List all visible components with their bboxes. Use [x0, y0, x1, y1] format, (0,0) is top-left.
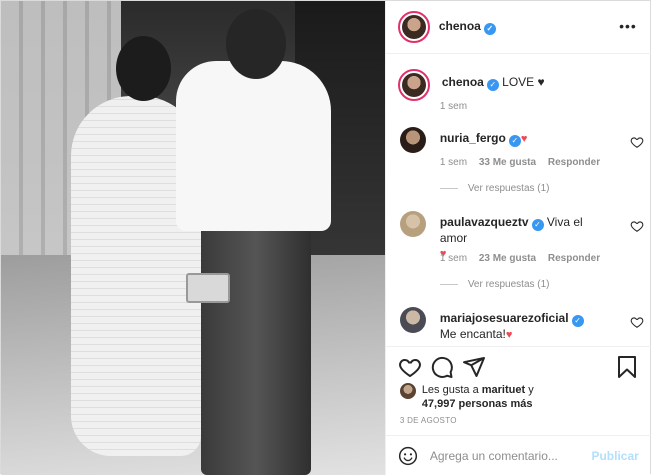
comment-likes[interactable]: 33 Me gusta — [479, 157, 536, 168]
comment-heart-emoji: ♥ — [520, 133, 528, 145]
photo-man-head — [226, 9, 286, 79]
like-comment-heart-icon[interactable] — [630, 315, 644, 329]
verified-badge-icon: ✓ — [508, 135, 521, 147]
commenter-avatar[interactable] — [399, 211, 426, 237]
commenter-avatar[interactable] — [399, 127, 426, 153]
instagram-post: chenoa ✓ ••• chenoa ✓ LOVE ♥ 1 sem nuria_f… — [0, 0, 651, 475]
photo-handbag — [186, 273, 230, 303]
caption-time[interactable]: 1 sem — [440, 101, 467, 112]
like-heart-icon[interactable] — [398, 355, 422, 379]
publish-button[interactable]: Publicar — [591, 449, 638, 463]
photo-man-shirt — [176, 61, 331, 231]
commenter-username[interactable]: paulavazqueztv — [440, 215, 529, 229]
likes-conjunction: y — [528, 384, 534, 396]
save-bookmark-icon[interactable] — [615, 355, 639, 379]
share-paper-plane-icon[interactable] — [462, 355, 486, 379]
more-options-icon[interactable]: ••• — [619, 19, 637, 33]
verified-badge-icon: ✓ — [571, 315, 584, 327]
caption-username[interactable]: chenoa — [442, 75, 484, 89]
liker-avatar[interactable] — [399, 383, 416, 399]
emoji-smiley-icon[interactable] — [398, 446, 418, 466]
view-replies-button[interactable]: Ver respuestas (1) — [439, 279, 550, 290]
post-actions — [385, 346, 651, 386]
likes-line-1: Les gusta a marituet y — [422, 383, 534, 397]
likes-prefix: Les gusta a — [421, 384, 479, 396]
comment-time[interactable]: 1 sem — [440, 157, 467, 168]
comment-text: nuria_fergo ✓ ♥ — [440, 131, 600, 147]
author-username[interactable]: chenoa ✓ — [439, 19, 496, 35]
photo-man-jeans — [201, 216, 311, 475]
author-avatar[interactable] — [397, 11, 430, 43]
caption-heart-emoji: ♥ — [537, 75, 545, 89]
add-comment-bar: Publicar — [385, 435, 651, 475]
view-replies-button[interactable]: Ver respuestas (1) — [439, 183, 550, 194]
comment-body: Me encanta! — [439, 327, 506, 341]
replies-divider — [439, 188, 458, 189]
comment-text: mariajosesuarezoficial ✓ Me encanta!♥ — [440, 311, 600, 343]
comment-input[interactable] — [429, 445, 590, 467]
comment-likes[interactable]: 23 Me gusta — [479, 253, 536, 264]
verified-badge-icon: ✓ — [483, 23, 496, 35]
view-replies-label: Ver respuestas (1) — [467, 279, 550, 290]
like-comment-heart-icon[interactable] — [630, 219, 644, 233]
comments-list[interactable]: chenoa ✓ LOVE ♥ 1 sem nuria_fergo ✓ ♥ 1 sem… — [386, 55, 651, 346]
reply-button[interactable]: Responder — [548, 253, 600, 264]
like-comment-heart-icon[interactable] — [630, 135, 644, 149]
commenter-username[interactable]: nuria_fergo — [440, 131, 506, 145]
post-side-panel: chenoa ✓ ••• chenoa ✓ LOVE ♥ 1 sem nuria_f… — [384, 1, 651, 475]
post-header: chenoa ✓ ••• — [385, 1, 651, 54]
post-date[interactable]: 3 DE AGOSTO — [400, 416, 457, 425]
comment-heart-emoji: ♥ — [505, 329, 513, 341]
commenter-avatar[interactable] — [399, 307, 426, 333]
reply-button[interactable]: Responder — [548, 157, 600, 168]
likes-line-2: 47,997 personas más — [422, 397, 533, 411]
photo-woman-head — [116, 36, 171, 101]
replies-divider — [439, 284, 458, 285]
caption: chenoa ✓ LOVE ♥ — [397, 69, 545, 101]
comment-bubble-icon[interactable] — [430, 355, 454, 379]
commenter-username[interactable]: mariajosesuarezoficial — [440, 311, 569, 325]
caption-text: LOVE — [502, 75, 535, 89]
comment-meta: 1 sem 23 Me gusta Responder — [440, 253, 609, 264]
comment-meta: 1 sem 33 Me gusta Responder — [440, 157, 609, 168]
verified-badge-icon: ✓ — [486, 79, 499, 91]
likes-count[interactable]: 47,997 personas más — [422, 398, 533, 410]
liker-username[interactable]: marituet — [482, 384, 525, 396]
caption-body: chenoa ✓ LOVE ♥ — [442, 69, 545, 101]
verified-badge-icon: ✓ — [531, 219, 544, 231]
caption-avatar[interactable] — [397, 69, 430, 101]
view-replies-label: Ver respuestas (1) — [467, 183, 550, 194]
comment-time[interactable]: 1 sem — [440, 253, 467, 264]
post-photo[interactable] — [1, 1, 385, 475]
